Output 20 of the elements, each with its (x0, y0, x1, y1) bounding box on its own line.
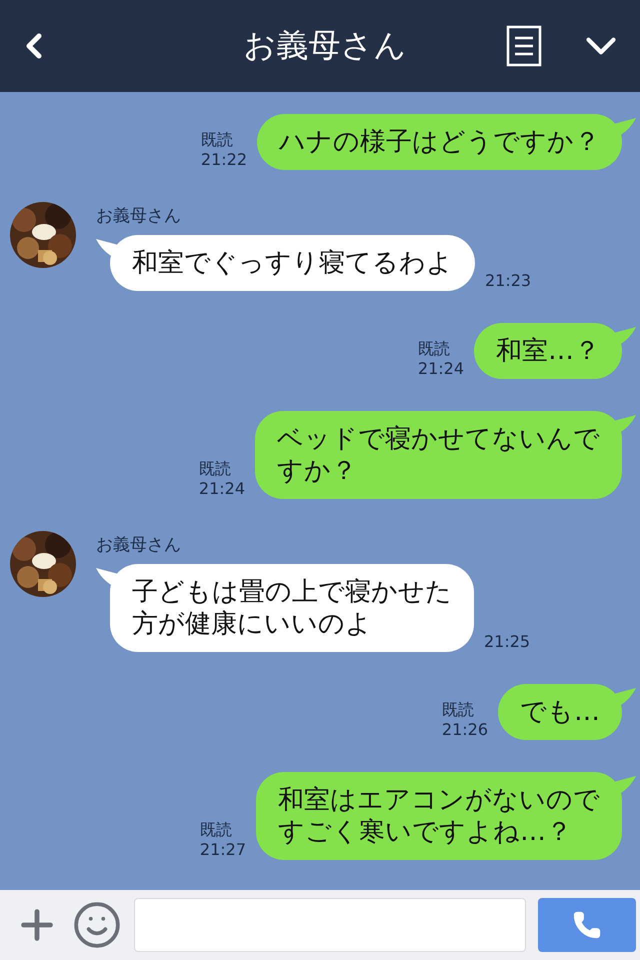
call-button[interactable] (538, 898, 636, 952)
read-receipt: 既読 (200, 820, 232, 840)
read-receipt: 既読 (198, 459, 231, 479)
timestamp: 21:24 (198, 479, 245, 499)
timestamp: 21:26 (442, 720, 488, 740)
timestamp: 21:24 (418, 359, 464, 379)
timestamp: 21:27 (200, 840, 246, 860)
timestamp: 21:22 (200, 150, 247, 170)
menu-icon[interactable] (506, 25, 542, 67)
timestamp: 21:23 (485, 271, 532, 291)
sender-name: お義母さん (96, 205, 182, 227)
smiley-icon[interactable] (72, 900, 122, 950)
chat-title: お義母さん (242, 25, 408, 66)
read-receipt: 既読 (200, 130, 233, 150)
read-receipt: 既読 (442, 700, 474, 720)
phone-icon (572, 910, 602, 940)
timestamp: 21:25 (484, 632, 530, 652)
read-receipt: 既読 (418, 339, 450, 359)
message-input-field[interactable] (134, 898, 526, 952)
sender-name: お義母さん (96, 534, 182, 556)
